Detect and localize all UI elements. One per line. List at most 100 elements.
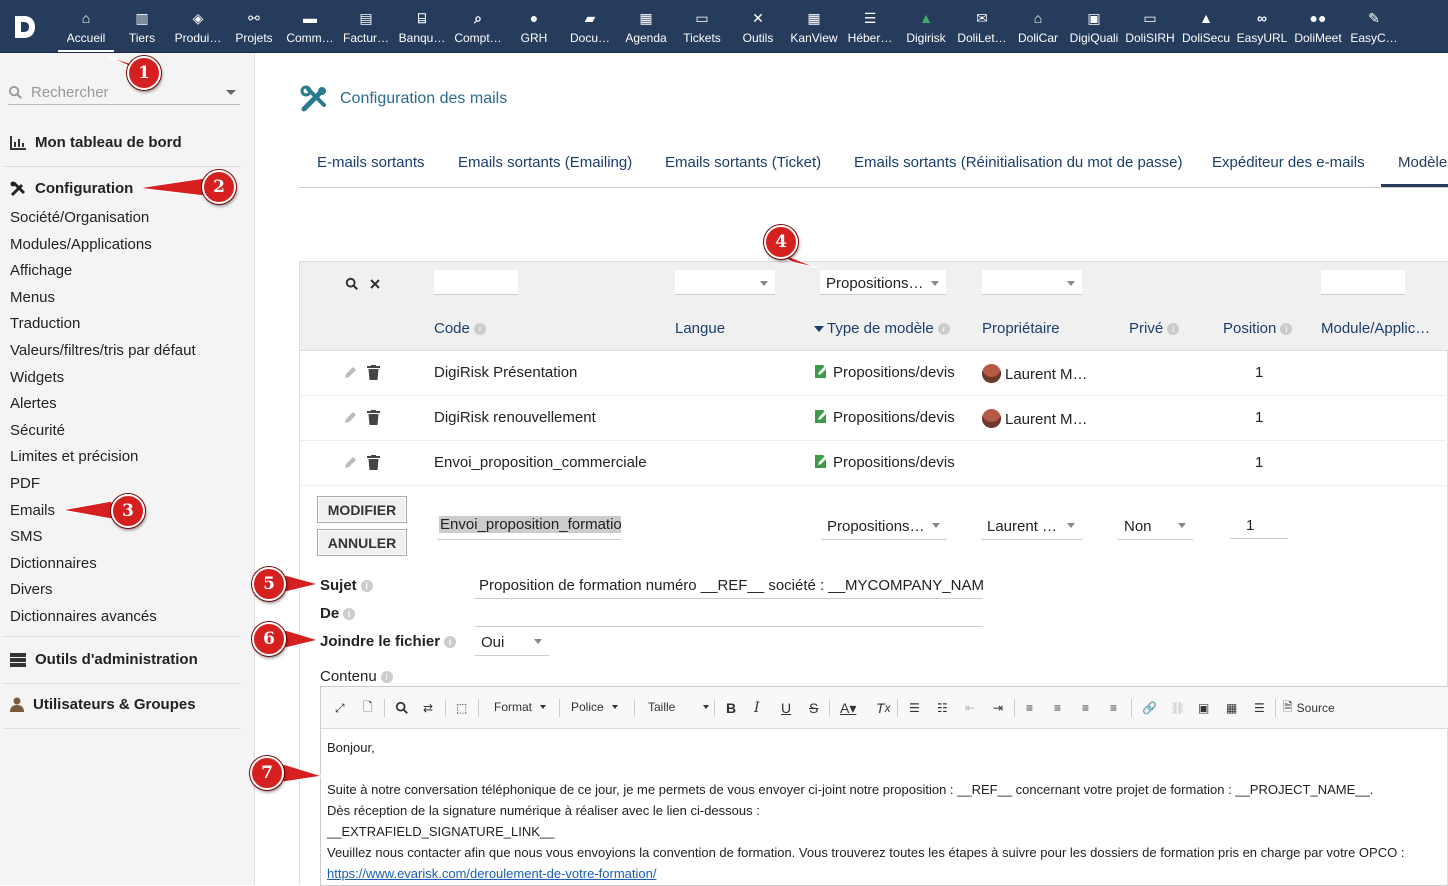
nav-item-compt[interactable]: ⌕ Compt… — [450, 0, 506, 52]
column-header-prive[interactable]: Privé i — [1129, 320, 1180, 337]
nav-item-dolisecu[interactable]: ▲ DoliSecu — [1178, 0, 1234, 52]
sidebar-item-config-14[interactable]: Divers — [10, 581, 53, 598]
nav-item-tiers[interactable]: ▥ Tiers — [114, 0, 170, 52]
code-filter-input[interactable] — [434, 270, 518, 295]
owner-cell[interactable]: Laurent M… — [982, 364, 1088, 383]
sidebar-item-config-12[interactable]: SMS — [10, 528, 43, 545]
sidebar-item-config-8[interactable]: Sécurité — [10, 422, 65, 439]
code-cell[interactable]: DigiRisk renouvellement — [434, 409, 596, 426]
nav-item-agenda[interactable]: ▦ Agenda — [618, 0, 674, 52]
numbered-list-icon[interactable]: ☰ — [909, 699, 920, 717]
tab-templates[interactable]: Modèles — [1398, 154, 1448, 171]
from-input[interactable] — [475, 599, 983, 627]
delete-icon[interactable] — [367, 455, 380, 470]
strikethrough-icon[interactable]: S — [809, 699, 818, 717]
private-select[interactable]: Non — [1118, 512, 1193, 540]
sidebar-item-users-groups[interactable]: Utilisateurs & Groupes — [10, 696, 196, 713]
type-select[interactable]: Propositions… — [821, 512, 947, 540]
sidebar-item-config-1[interactable]: Modules/Applications — [10, 236, 152, 253]
edit-icon[interactable] — [343, 411, 357, 425]
owner-cell[interactable]: Laurent M… — [982, 409, 1088, 428]
language-filter-select[interactable] — [675, 270, 775, 295]
indent-icon[interactable]: ⇥ — [993, 699, 1003, 717]
sidebar-item-admin-tools[interactable]: Outils d'administration — [10, 651, 198, 668]
unlink-icon[interactable]: ⛓ — [1170, 699, 1185, 717]
horizontal-line-icon[interactable]: ☰ — [1254, 699, 1265, 717]
sidebar-item-config-6[interactable]: Widgets — [10, 369, 64, 386]
format-dropdown[interactable]: Format — [494, 700, 547, 714]
sidebar-item-config-5[interactable]: Valeurs/filtres/tris par défaut — [10, 342, 196, 359]
bullet-list-icon[interactable]: ☷ — [937, 699, 948, 717]
position-input[interactable]: 1 — [1230, 511, 1288, 539]
tab-ticket[interactable]: Emails sortants (Ticket) — [665, 154, 821, 171]
outdent-icon[interactable]: ⇤ — [965, 699, 975, 717]
column-header-code[interactable]: Code i — [434, 320, 486, 337]
nav-item-outils[interactable]: ✕ Outils — [730, 0, 786, 52]
delete-icon[interactable] — [367, 410, 380, 425]
sidebar-item-config-4[interactable]: Traduction — [10, 315, 80, 332]
sidebar-item-config-9[interactable]: Limites et précision — [10, 448, 138, 465]
modify-button[interactable]: MODIFIER — [317, 496, 407, 523]
owner-filter-select[interactable] — [982, 270, 1082, 295]
subject-input[interactable]: Proposition de formation numéro __REF__ … — [475, 570, 983, 599]
remove-format-icon[interactable]: Tx — [876, 699, 890, 717]
sidebar-item-configuration[interactable]: Configuration — [10, 180, 133, 197]
search-input[interactable]: Rechercher — [8, 81, 240, 105]
sidebar-item-config-7[interactable]: Alertes — [10, 395, 57, 412]
align-right-icon[interactable]: ≡ — [1082, 699, 1089, 717]
nav-item-dolimeet[interactable]: ●● DoliMeet — [1290, 0, 1346, 52]
owner-select[interactable]: Laurent … — [981, 512, 1082, 540]
nav-item-easyurl[interactable]: ∞ EasyURL — [1234, 0, 1290, 52]
sidebar-item-config-11[interactable]: Emails — [10, 502, 55, 519]
image-icon[interactable]: ▣ — [1198, 699, 1209, 717]
nav-item-grh[interactable]: ● GRH — [506, 0, 562, 52]
nav-item-docu[interactable]: ▰ Docu… — [562, 0, 618, 52]
nav-item-dolisirh[interactable]: ▭ DoliSIRH — [1122, 0, 1178, 52]
sidebar-item-config-10[interactable]: PDF — [10, 475, 40, 492]
nav-item-produi[interactable]: ◈ Produi… — [170, 0, 226, 52]
type-filter-select[interactable]: Propositions… — [820, 270, 946, 295]
code-cell[interactable]: Envoi_proposition_commerciale — [434, 454, 647, 471]
edit-icon[interactable] — [343, 366, 357, 380]
tab-password-reset[interactable]: Emails sortants (Réinitialisation du mot… — [854, 154, 1182, 171]
nav-item-tickets[interactable]: ▭ Tickets — [674, 0, 730, 52]
delete-icon[interactable] — [367, 365, 380, 380]
nav-item-easyc[interactable]: ✎ EasyC… — [1346, 0, 1402, 52]
italic-icon[interactable]: I — [754, 699, 760, 717]
nav-item-factur[interactable]: ▤ Factur… — [338, 0, 394, 52]
nav-item-dolilet[interactable]: ✉ DoliLet… — [954, 0, 1010, 52]
replace-icon[interactable]: ⇄ — [423, 699, 433, 717]
align-left-icon[interactable]: ≡ — [1026, 699, 1033, 717]
maximize-icon[interactable]: ⤢ — [335, 699, 345, 717]
module-filter-input[interactable] — [1321, 270, 1405, 295]
sidebar-item-config-3[interactable]: Menus — [10, 289, 55, 306]
cancel-button[interactable]: ANNULER — [317, 529, 407, 556]
tab-emails-sortants[interactable]: E-mails sortants — [317, 154, 425, 171]
close-icon[interactable] — [370, 279, 380, 289]
editor-link[interactable]: https://www.evarisk.com/deroulement-de-v… — [327, 866, 656, 881]
find-icon[interactable] — [395, 699, 409, 717]
column-header-owner[interactable]: Propriétaire — [982, 320, 1060, 337]
link-icon[interactable]: 🔗 — [1142, 699, 1157, 717]
sidebar-item-config-13[interactable]: Dictionnaires — [10, 555, 97, 572]
sidebar-item-config-15[interactable]: Dictionnaires avancés — [10, 608, 157, 625]
align-center-icon[interactable]: ≡ — [1054, 699, 1061, 717]
select-all-icon[interactable]: ⬚ — [456, 699, 467, 717]
size-dropdown[interactable]: Taille — [648, 700, 710, 714]
text-color-icon[interactable]: A▾ — [840, 699, 856, 717]
search-icon[interactable] — [345, 277, 359, 291]
column-header-type[interactable]: Type de modèle i — [814, 320, 950, 337]
nav-item-digirisk[interactable]: ▲ Digirisk — [898, 0, 954, 52]
column-header-module[interactable]: Module/Applic… — [1321, 320, 1430, 337]
code-input[interactable]: Envoi_proposition_formatio — [437, 512, 621, 540]
tab-sender[interactable]: Expéditeur des e-mails — [1212, 154, 1365, 171]
sidebar-item-dashboard[interactable]: Mon tableau de bord — [10, 134, 182, 151]
nav-item-hber[interactable]: ☰ Héber… — [842, 0, 898, 52]
code-cell[interactable]: DigiRisk Présentation — [434, 364, 577, 381]
underline-icon[interactable]: U — [781, 699, 791, 717]
nav-item-accueil[interactable]: ⌂ Accueil — [58, 0, 114, 52]
font-dropdown[interactable]: Police — [571, 700, 618, 714]
chevron-down-icon[interactable] — [226, 90, 236, 95]
table-icon[interactable]: ▦ — [1226, 699, 1237, 717]
nav-item-projets[interactable]: ⚯ Projets — [226, 0, 282, 52]
